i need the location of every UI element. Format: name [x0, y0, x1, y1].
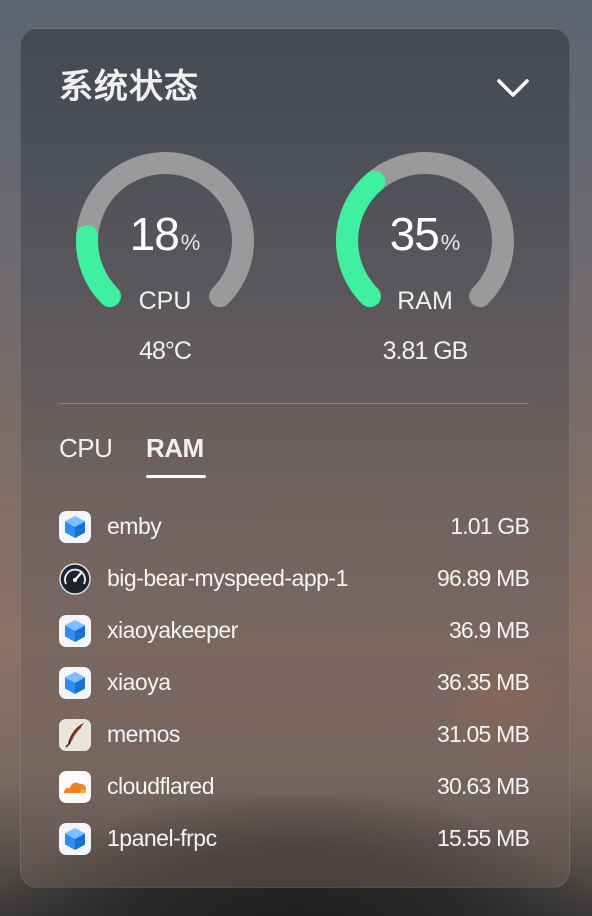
- cube-icon: [59, 823, 91, 855]
- ram-usage-unit: %: [440, 230, 461, 255]
- process-row[interactable]: cloudflared 30.63 MB: [59, 767, 530, 819]
- cube-icon: [59, 615, 91, 647]
- process-row[interactable]: 1panel-frpc 15.55 MB: [59, 819, 530, 871]
- cpu-usage-value: 18%: [65, 207, 265, 261]
- active-tab-indicator: [146, 475, 206, 478]
- ram-usage-value: 35%: [325, 207, 525, 261]
- process-memory: 96.89 MB: [436, 565, 530, 591]
- process-name: big-bear-myspeed-app-1: [107, 565, 348, 591]
- speedometer-icon: [59, 563, 91, 595]
- cpu-usage-number: 18: [129, 208, 180, 260]
- section-divider: [59, 403, 529, 404]
- process-memory: 15.55 MB: [436, 825, 530, 851]
- ram-usage-number: 35: [389, 208, 440, 260]
- system-status-widget: 系统状态 18% CPU 48°C 35% RAM 3.81 GB CPU RA…: [20, 28, 570, 888]
- cpu-gauge-label: CPU: [138, 287, 192, 315]
- process-name: xiaoyakeeper: [107, 617, 238, 643]
- process-list: emby 1.01 GB big-bear-myspeed-app-1 96.8…: [59, 507, 530, 871]
- cloud-icon: [59, 771, 91, 803]
- cube-icon: [59, 667, 91, 699]
- process-memory: 36.9 MB: [448, 617, 530, 643]
- process-memory: 1.01 GB: [450, 513, 530, 539]
- cpu-usage-unit: %: [180, 230, 201, 255]
- cube-icon: [59, 511, 91, 543]
- quill-icon: [59, 719, 91, 751]
- widget-header: 系统状态: [59, 67, 531, 107]
- process-name: xiaoya: [107, 669, 171, 695]
- process-name: emby: [107, 513, 162, 539]
- cpu-temperature: 48°C: [139, 337, 192, 365]
- process-name: cloudflared: [107, 773, 215, 799]
- process-name: memos: [107, 721, 180, 747]
- process-row[interactable]: big-bear-myspeed-app-1 96.89 MB: [59, 559, 530, 611]
- chevron-down-icon[interactable]: [495, 71, 531, 103]
- tab-cpu[interactable]: CPU: [59, 433, 113, 464]
- ram-used-amount: 3.81 GB: [382, 337, 469, 365]
- process-memory: 31.05 MB: [436, 721, 530, 747]
- process-row[interactable]: memos 31.05 MB: [59, 715, 530, 767]
- tab-ram[interactable]: RAM: [146, 433, 204, 464]
- process-memory: 36.35 MB: [436, 669, 530, 695]
- process-row[interactable]: xiaoya 36.35 MB: [59, 663, 530, 715]
- process-row[interactable]: xiaoyakeeper 36.9 MB: [59, 611, 530, 663]
- process-row[interactable]: emby 1.01 GB: [59, 507, 530, 559]
- widget-title: 系统状态: [59, 68, 199, 106]
- process-name: 1panel-frpc: [107, 825, 217, 851]
- ram-gauge-label: RAM: [397, 287, 453, 315]
- process-memory: 30.63 MB: [436, 773, 530, 799]
- ram-gauge: 35% RAM 3.81 GB: [325, 141, 525, 381]
- cpu-gauge: 18% CPU 48°C: [65, 141, 265, 381]
